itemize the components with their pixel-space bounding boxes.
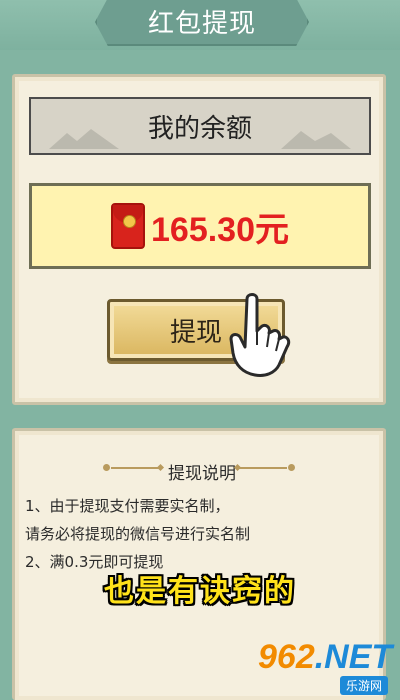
instruction-line: 1、由于提现支付需要实名制， — [25, 497, 230, 515]
pointing-hand-icon — [229, 293, 291, 377]
balance-panel: 我的余额 165.30元 提现 — [12, 74, 386, 405]
site-watermark-logo: 962.NET 乐游网 — [258, 638, 394, 696]
watermark-subtitle: 乐游网 — [339, 676, 388, 695]
page-title: 红包提现 — [147, 8, 256, 39]
video-caption: 也是有诀窍的 — [104, 574, 296, 609]
page-title-banner: 红包提现 — [95, 0, 309, 46]
mountain-decoration-icon — [281, 131, 351, 149]
instructions-title: 提现说明 — [168, 464, 236, 484]
withdraw-button-label: 提现 — [169, 317, 222, 348]
balance-header-label: 我的余额 — [147, 113, 252, 144]
balance-amount-box: 165.30元 — [29, 183, 371, 269]
ornament-right-icon — [239, 464, 295, 471]
mountain-decoration-icon — [49, 129, 119, 149]
watermark-brand: 962.NET — [258, 638, 393, 676]
red-envelope-icon — [111, 203, 145, 249]
balance-amount: 165.30元 — [151, 210, 289, 249]
instruction-line: 请务必将提现的微信号进行实名制 — [25, 525, 251, 543]
balance-header: 我的余额 — [29, 97, 371, 155]
